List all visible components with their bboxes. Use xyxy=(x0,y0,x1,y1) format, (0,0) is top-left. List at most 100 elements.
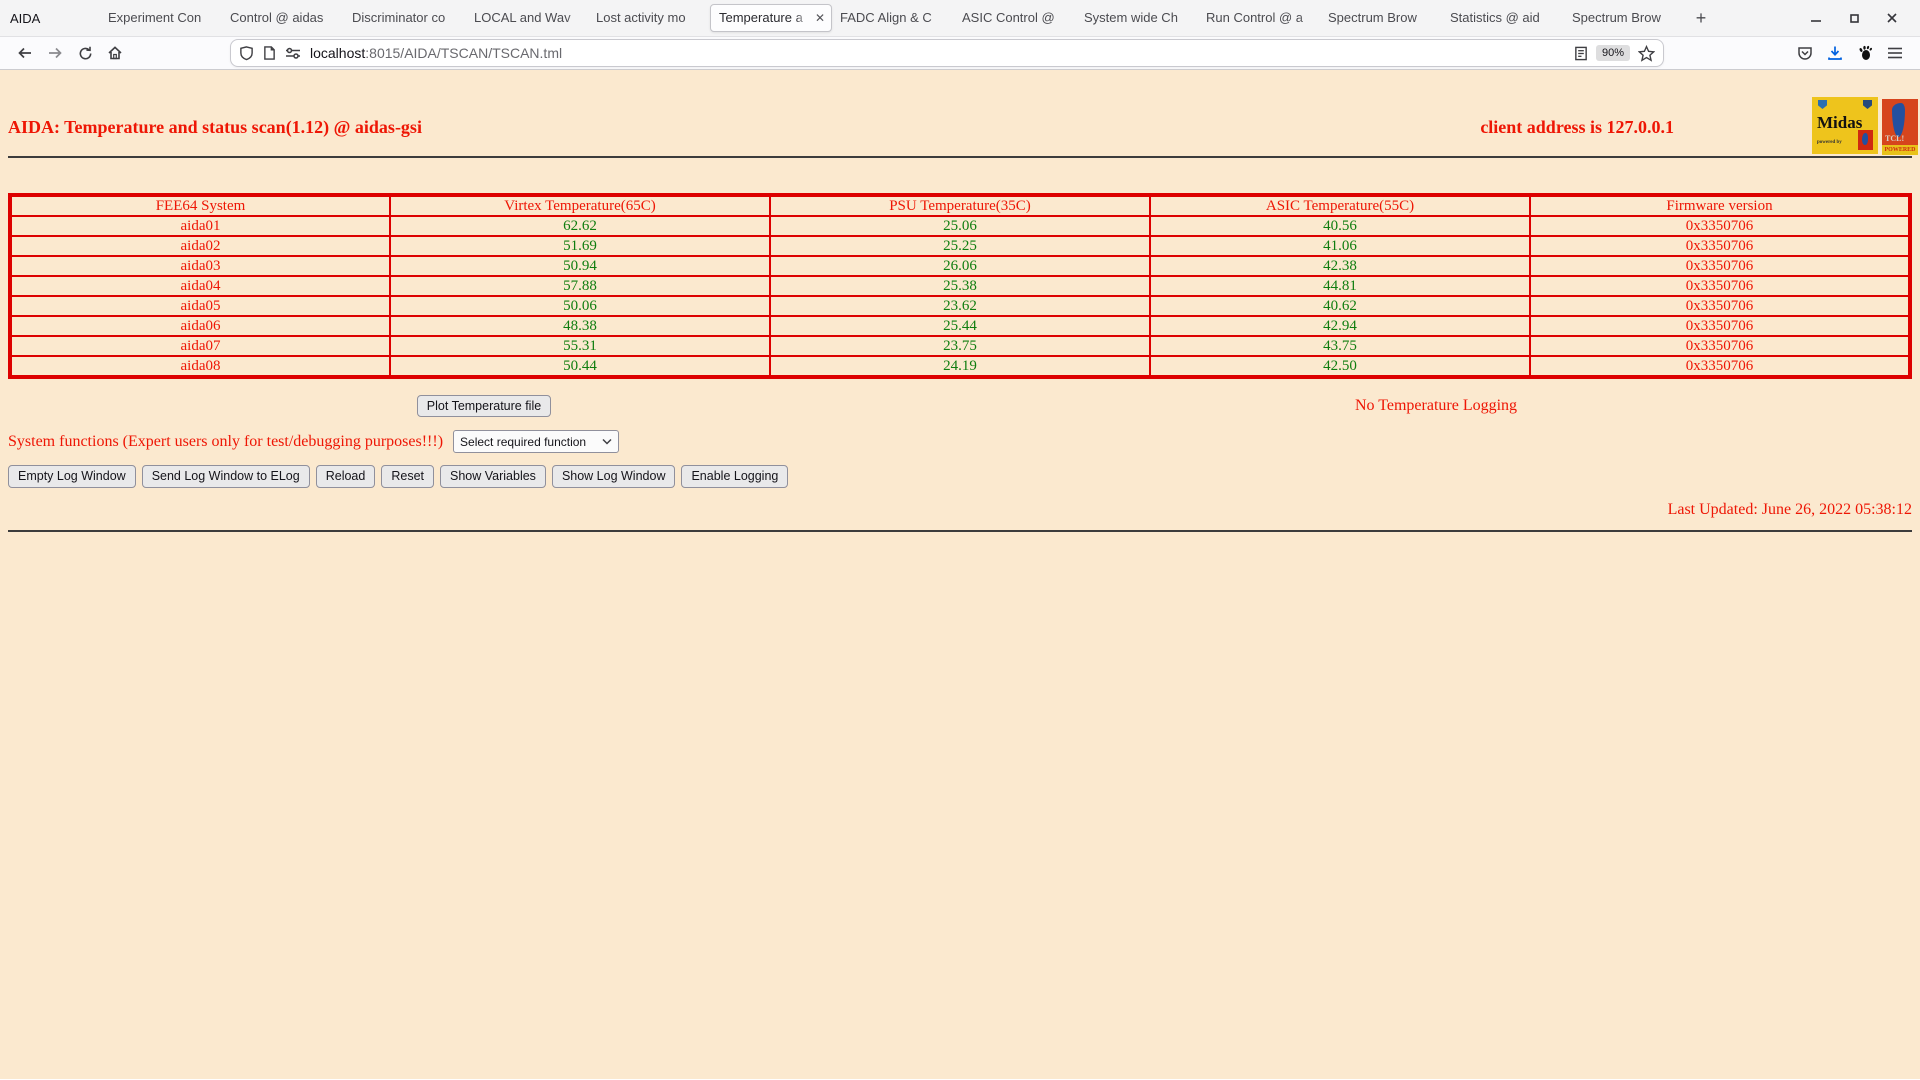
window-title: AIDA xyxy=(0,11,100,26)
function-select-value: Select required function xyxy=(460,435,602,449)
show-log-window-button[interactable]: Show Log Window xyxy=(552,465,676,487)
cell-virtex: 51.69 xyxy=(390,236,770,256)
cell-virtex: 50.06 xyxy=(390,296,770,316)
reload-page-button[interactable]: Reload xyxy=(316,465,376,487)
send-log-to-elog-button[interactable]: Send Log Window to ELog xyxy=(142,465,310,487)
table-row: aida04 57.88 25.38 44.81 0x3350706 xyxy=(10,276,1910,296)
tab-lost-activity[interactable]: Lost activity mo xyxy=(588,0,710,36)
url-host: localhost xyxy=(310,45,365,61)
table-row: aida02 51.69 25.25 41.06 0x3350706 xyxy=(10,236,1910,256)
minimize-button[interactable] xyxy=(1804,6,1828,30)
pocket-icon[interactable] xyxy=(1790,39,1820,67)
cell-virtex: 55.31 xyxy=(390,336,770,356)
enable-logging-button[interactable]: Enable Logging xyxy=(681,465,788,487)
gnome-foot-icon[interactable] xyxy=(1850,39,1880,67)
table-row: aida03 50.94 26.06 42.38 0x3350706 xyxy=(10,256,1910,276)
tab-statistics[interactable]: Statistics @ aid xyxy=(1442,0,1564,36)
horizontal-rule-top xyxy=(8,156,1912,158)
zoom-level-badge[interactable]: 90% xyxy=(1596,45,1630,61)
bookmark-star-icon[interactable] xyxy=(1638,45,1655,62)
reload-button[interactable] xyxy=(70,39,100,67)
cell-asic: 40.62 xyxy=(1150,296,1530,316)
temperature-logging-status: No Temperature Logging xyxy=(1355,397,1517,414)
tab-label: Statistics @ aid xyxy=(1450,10,1540,25)
cell-psu: 23.62 xyxy=(770,296,1150,316)
url-text[interactable]: localhost:8015/AIDA/TSCAN/TSCAN.tml xyxy=(310,45,562,61)
cell-psu: 25.25 xyxy=(770,236,1150,256)
menu-hamburger-icon[interactable] xyxy=(1880,39,1910,67)
url-bar[interactable]: localhost:8015/AIDA/TSCAN/TSCAN.tml 90% xyxy=(230,39,1664,67)
tabs-container: Experiment Con Control @ aidas Discrimin… xyxy=(100,0,1686,36)
forward-button[interactable] xyxy=(40,39,70,67)
cell-asic: 41.06 xyxy=(1150,236,1530,256)
close-button[interactable] xyxy=(1880,6,1904,30)
page-header: AIDA: Temperature and status scan(1.12) … xyxy=(8,70,1912,138)
tab-temperature-active[interactable]: Temperature a ✕ xyxy=(710,4,832,32)
column-header-psu: PSU Temperature(35C) xyxy=(770,195,1150,216)
cell-psu: 23.75 xyxy=(770,336,1150,356)
temperature-table: FEE64 System Virtex Temperature(65C) PSU… xyxy=(8,193,1912,379)
midas-logo-subtext: powered by xyxy=(1817,140,1842,145)
tab-run-control[interactable]: Run Control @ a xyxy=(1198,0,1320,36)
tab-close-icon[interactable]: ✕ xyxy=(815,5,825,31)
tab-fadc-align[interactable]: FADC Align & C xyxy=(832,0,954,36)
table-row: aida08 50.44 24.19 42.50 0x3350706 xyxy=(10,356,1910,377)
plot-temperature-button[interactable]: Plot Temperature file xyxy=(417,395,551,417)
download-icon[interactable] xyxy=(1820,39,1850,67)
tab-discriminator[interactable]: Discriminator co xyxy=(344,0,466,36)
show-variables-button[interactable]: Show Variables xyxy=(440,465,546,487)
tab-experiment-control[interactable]: Experiment Con xyxy=(100,0,222,36)
chevron-down-icon xyxy=(602,438,612,445)
tab-label: LOCAL and Wav xyxy=(474,10,571,25)
back-button[interactable] xyxy=(10,39,40,67)
plot-status-row: Plot Temperature file No Temperature Log… xyxy=(8,395,1912,417)
cell-asic: 42.94 xyxy=(1150,316,1530,336)
tab-label: Lost activity mo xyxy=(596,10,686,25)
cell-asic: 42.50 xyxy=(1150,356,1530,377)
maximize-button[interactable] xyxy=(1842,6,1866,30)
cell-firmware: 0x3350706 xyxy=(1530,336,1910,356)
column-header-firmware: Firmware version xyxy=(1530,195,1910,216)
tab-local-and-waveform[interactable]: LOCAL and Wav xyxy=(466,0,588,36)
midas-logo-text: Midas xyxy=(1817,113,1862,133)
function-select[interactable]: Select required function xyxy=(453,430,619,453)
tab-label: Temperature a xyxy=(719,10,803,25)
cell-firmware: 0x3350706 xyxy=(1530,296,1910,316)
table-row: aida06 48.38 25.44 42.94 0x3350706 xyxy=(10,316,1910,336)
cell-psu: 25.38 xyxy=(770,276,1150,296)
new-tab-button[interactable]: + xyxy=(1686,8,1716,29)
tab-control-aidas[interactable]: Control @ aidas xyxy=(222,0,344,36)
cell-asic: 44.81 xyxy=(1150,276,1530,296)
tab-spectrum-browser-2[interactable]: Spectrum Brow xyxy=(1564,0,1686,36)
tab-system-wide[interactable]: System wide Ch xyxy=(1076,0,1198,36)
empty-log-window-button[interactable]: Empty Log Window xyxy=(8,465,136,487)
tab-spectrum-browser[interactable]: Spectrum Brow xyxy=(1320,0,1442,36)
last-updated: Last Updated: June 26, 2022 05:38:12 xyxy=(8,501,1912,519)
tcl-powered-label: POWERED xyxy=(1882,145,1918,155)
tcl-feather-icon xyxy=(1892,103,1905,137)
reset-button[interactable]: Reset xyxy=(381,465,434,487)
page-info-icon[interactable] xyxy=(263,45,276,61)
client-address: client address is 127.0.0.1 xyxy=(1480,117,1674,138)
tab-label: Run Control @ a xyxy=(1206,10,1303,25)
tab-label: Discriminator co xyxy=(352,10,445,25)
table-header-row: FEE64 System Virtex Temperature(65C) PSU… xyxy=(10,195,1910,216)
cell-system: aida06 xyxy=(10,316,390,336)
url-path: :8015/AIDA/TSCAN/TSCAN.tml xyxy=(365,45,562,61)
cell-firmware: 0x3350706 xyxy=(1530,276,1910,296)
tracking-shield-icon[interactable] xyxy=(239,45,254,61)
home-button[interactable] xyxy=(100,39,130,67)
midas-tcl-feather-icon xyxy=(1858,130,1873,150)
column-header-asic: ASIC Temperature(55C) xyxy=(1150,195,1530,216)
cell-system: aida02 xyxy=(10,236,390,256)
system-functions-row: System functions (Expert users only for … xyxy=(8,430,1912,453)
reader-mode-icon[interactable] xyxy=(1574,46,1588,61)
page-title: AIDA: Temperature and status scan(1.12) … xyxy=(8,117,422,138)
connection-settings-icon[interactable] xyxy=(285,46,301,60)
cell-system: aida01 xyxy=(10,216,390,236)
cell-asic: 40.56 xyxy=(1150,216,1530,236)
cell-psu: 25.06 xyxy=(770,216,1150,236)
tab-label: Control @ aidas xyxy=(230,10,323,25)
tab-asic-control[interactable]: ASIC Control @ xyxy=(954,0,1076,36)
cell-system: aida08 xyxy=(10,356,390,377)
